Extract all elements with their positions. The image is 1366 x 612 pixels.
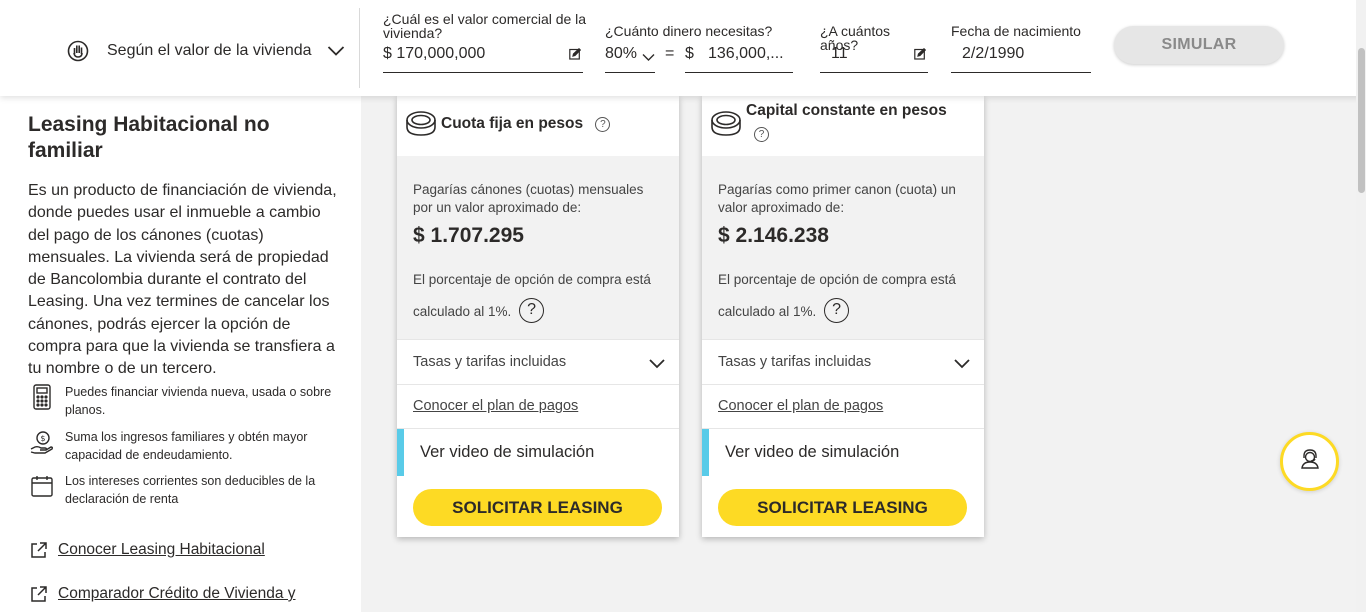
hand-icon	[66, 37, 90, 65]
card-description: Pagarías como primer canon (cuota) un va…	[718, 182, 956, 215]
chevron-down-icon[interactable]	[326, 41, 346, 61]
fixed-quota-card: Cuota fija en pesos ? Pagarías cánones (…	[397, 96, 679, 537]
help-icon[interactable]: ?	[595, 117, 611, 132]
card-amount: $ 1.707.295	[413, 224, 524, 247]
rates-label: Tasas y tarifas incluidas	[413, 354, 567, 370]
calculator-icon	[30, 384, 54, 410]
help-icon[interactable]: ?	[754, 127, 769, 142]
link-text[interactable]: Comparador Crédito de Vivienda y	[58, 585, 296, 603]
simulate-button[interactable]: SIMULAR	[1114, 26, 1284, 64]
benefit-text: Los intereses corrientes son deducibles …	[65, 474, 316, 506]
payment-plan-link[interactable]: Conocer el plan de pagos	[413, 398, 578, 414]
external-link-icon	[30, 585, 48, 603]
video-accent-bar	[397, 429, 404, 476]
know-leasing-link[interactable]: Conocer Leasing Habitacional	[30, 541, 265, 559]
property-value-underline	[383, 72, 583, 73]
request-leasing-button[interactable]: SOLICITAR LEASING	[718, 489, 967, 526]
equals-sign: =	[665, 45, 675, 62]
years-field[interactable]: ¿A cuántos años? 11	[820, 24, 928, 74]
years-input[interactable]: 11	[831, 45, 848, 63]
video-label: Ver video de simulación	[725, 443, 900, 461]
loan-amount-label: ¿Cuánto dinero necesitas?	[605, 23, 773, 39]
card-result-body: Pagarías como primer canon (cuota) un va…	[702, 156, 984, 339]
simulation-video-row[interactable]: Ver video de simulación	[397, 428, 679, 476]
external-link-icon	[30, 541, 48, 559]
help-icon[interactable]: ?	[519, 297, 545, 323]
video-label: Ver video de simulación	[420, 443, 595, 461]
simulation-video-row[interactable]: Ver video de simulación	[702, 428, 984, 476]
coins-icon	[405, 110, 437, 138]
rates-accordion[interactable]: Tasas y tarifas incluidas	[702, 339, 984, 384]
product-info-panel: Leasing Habitacional no familiar Es un p…	[0, 96, 361, 612]
purchase-option-note: El porcentaje de opción de compra está c…	[413, 264, 663, 328]
benefit-item: $ Suma los ingresos familiares y obtén m…	[30, 429, 340, 464]
rates-label: Tasas y tarifas incluidas	[718, 354, 872, 370]
property-value-label: ¿Cuál es el valor comercial de la vivien…	[383, 11, 587, 41]
toolbar-divider	[359, 8, 360, 88]
link-text[interactable]: Conocer Leasing Habitacional	[58, 541, 265, 559]
benefit-item: Puedes financiar vivienda nueva, usada o…	[30, 384, 340, 419]
birth-date-underline	[951, 72, 1091, 73]
chevron-down-icon[interactable]	[952, 353, 972, 373]
card-title: Capital constante en pesos ?	[746, 99, 956, 145]
money-hand-icon: $	[30, 429, 54, 455]
edit-icon[interactable]	[569, 47, 582, 60]
birth-date-label: Fecha de nacimiento	[951, 23, 1081, 39]
payment-plan-row: Conocer el plan de pagos	[397, 384, 679, 428]
loan-amount-input[interactable]: 136,000,...	[708, 45, 784, 63]
edit-icon[interactable]	[914, 47, 927, 60]
product-title: Leasing Habitacional no familiar	[28, 113, 270, 162]
card-title-text: Cuota fija en pesos	[441, 115, 584, 132]
card-title: Cuota fija en pesos ?	[441, 112, 611, 135]
benefit-text: Puedes financiar vivienda nueva, usada o…	[65, 385, 332, 417]
birth-date-field[interactable]: Fecha de nacimiento 2/2/1990	[951, 24, 1092, 74]
coins-icon	[710, 110, 742, 138]
support-agent-icon	[1299, 448, 1321, 475]
request-leasing-button[interactable]: SOLICITAR LEASING	[413, 489, 662, 526]
mode-selector[interactable]: Según el valor de la vivienda	[66, 34, 346, 68]
svg-text:$: $	[40, 434, 45, 443]
comparator-link[interactable]: Comparador Crédito de Vivienda y	[30, 585, 296, 603]
card-title-text: Capital constante en pesos	[746, 102, 947, 119]
card-header: Cuota fija en pesos ?	[397, 96, 679, 156]
loan-amount-field[interactable]: ¿Cuánto dinero necesitas? 80% = $ 136,00…	[605, 24, 795, 74]
help-icon[interactable]: ?	[824, 297, 850, 323]
simulator-toolbar: Según el valor de la vivienda ¿Cuál es e…	[0, 0, 1366, 96]
support-chat-button[interactable]	[1280, 432, 1339, 491]
birth-date-input[interactable]: 2/2/1990	[962, 45, 1024, 63]
rates-accordion[interactable]: Tasas y tarifas incluidas	[397, 339, 679, 384]
product-description: Es un producto de financiación de vivien…	[28, 182, 337, 378]
calendar-icon	[30, 473, 54, 499]
constant-capital-card: Capital constante en pesos ? Pagarías co…	[702, 96, 984, 537]
video-accent-bar	[702, 429, 709, 476]
payment-plan-link[interactable]: Conocer el plan de pagos	[718, 398, 883, 414]
property-value-field[interactable]: ¿Cuál es el valor comercial de la vivien…	[383, 12, 586, 74]
benefit-item: Los intereses corrientes son deducibles …	[30, 473, 340, 508]
currency-symbol: $	[685, 45, 694, 62]
years-underline	[820, 72, 928, 73]
purchase-option-note: El porcentaje de opción de compra está c…	[718, 264, 968, 328]
card-result-body: Pagarías cánones (cuotas) mensuales por …	[397, 156, 679, 339]
payment-plan-row: Conocer el plan de pagos	[702, 384, 984, 428]
page-scrollbar-thumb[interactable]	[1358, 48, 1365, 193]
card-header: Capital constante en pesos ?	[702, 96, 984, 156]
loan-amount-underline	[685, 72, 793, 73]
percent-select[interactable]: 80%	[605, 45, 637, 63]
chevron-down-icon[interactable]	[642, 49, 655, 65]
card-amount: $ 2.146.238	[718, 224, 829, 247]
property-value-input[interactable]: $ 170,000,000	[383, 45, 485, 63]
mode-label: Según el valor de la vivienda	[107, 42, 312, 59]
percent-underline	[605, 72, 655, 73]
card-description: Pagarías cánones (cuotas) mensuales por …	[413, 182, 644, 215]
chevron-down-icon[interactable]	[647, 353, 667, 373]
benefit-text: Suma los ingresos familiares y obtén may…	[65, 430, 308, 462]
